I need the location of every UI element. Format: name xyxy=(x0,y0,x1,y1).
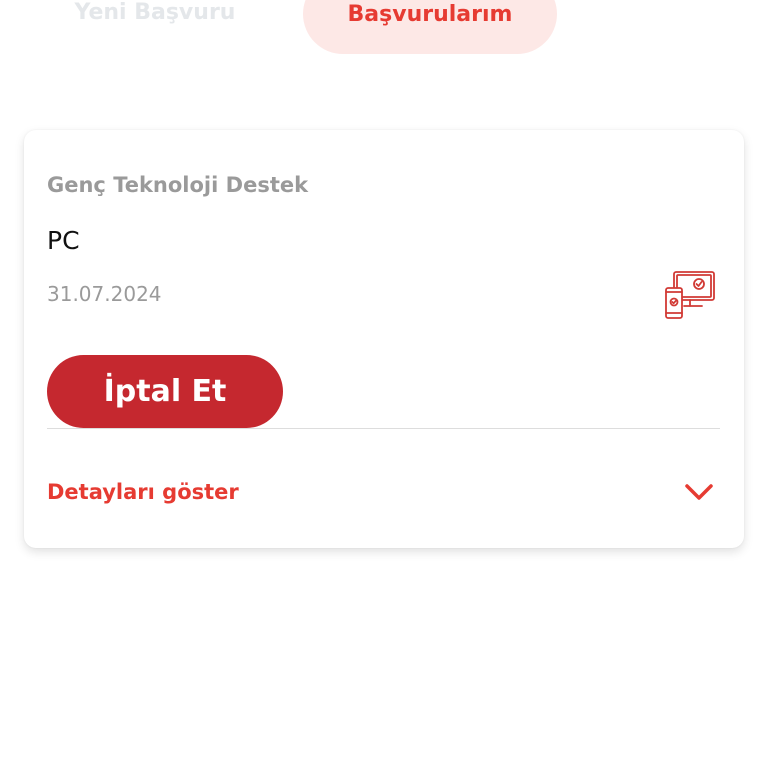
card-divider xyxy=(47,428,720,429)
application-tabs: Yeni Başvuru Başvurularım xyxy=(0,0,768,60)
devices-check-icon xyxy=(665,271,715,319)
tab-new-application[interactable]: Yeni Başvuru xyxy=(60,0,250,38)
program-title: Genç Teknoloji Destek xyxy=(47,173,309,197)
cancel-application-button[interactable]: İptal Et xyxy=(47,355,283,428)
show-details-label: Detayları göster xyxy=(47,480,239,504)
applications-screen: Yeni Başvuru Başvurularım Genç Teknoloji… xyxy=(0,0,768,768)
tab-my-applications[interactable]: Başvurularım xyxy=(303,0,557,54)
chevron-down-icon[interactable] xyxy=(684,482,714,502)
application-date: 31.07.2024 xyxy=(47,282,162,306)
show-details-toggle[interactable]: Detayları göster xyxy=(47,470,720,514)
device-name: PC xyxy=(47,226,80,255)
application-card: Genç Teknoloji Destek PC 31.07.2024 İpta… xyxy=(24,130,744,548)
